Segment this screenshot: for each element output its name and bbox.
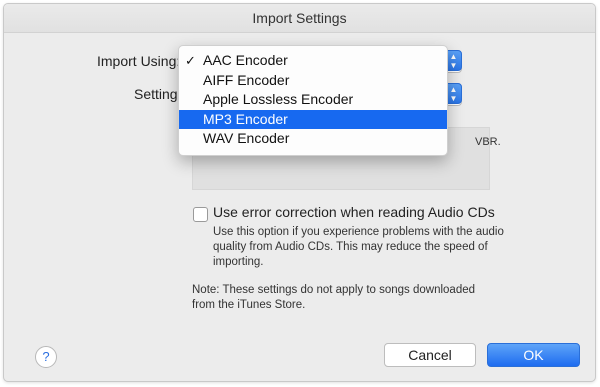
menu-item-aac-encoder[interactable]: ✓ AAC Encoder bbox=[179, 51, 447, 71]
import-settings-dialog: Import Settings Import Using: ▲ ▼ Setting… bbox=[3, 3, 596, 382]
setting-details-text: VBR. bbox=[475, 136, 501, 148]
checkmark-icon: ✓ bbox=[185, 53, 196, 68]
error-correction-checkbox[interactable] bbox=[193, 207, 208, 222]
menu-item-mp3-encoder[interactable]: MP3 Encoder bbox=[179, 109, 447, 129]
cancel-button[interactable]: Cancel bbox=[384, 343, 476, 367]
menu-item-apple-lossless-encoder[interactable]: Apple Lossless Encoder bbox=[179, 90, 447, 110]
import-using-label: Import Using: bbox=[97, 53, 181, 69]
ok-button[interactable]: OK bbox=[487, 343, 580, 367]
encoder-menu[interactable]: ✓ AAC Encoder AIFF Encoder Apple Lossles… bbox=[178, 45, 448, 156]
menu-item-label: AAC Encoder bbox=[203, 52, 288, 68]
itunes-store-note: Note: These settings do not apply to son… bbox=[192, 284, 476, 311]
menu-item-label: AIFF Encoder bbox=[203, 71, 290, 88]
help-button[interactable]: ? bbox=[35, 346, 57, 368]
error-correction-help-text: Use this option if you experience proble… bbox=[213, 226, 504, 268]
error-correction-label[interactable]: Use error correction when reading Audio … bbox=[213, 204, 495, 220]
menu-item-aiff-encoder[interactable]: AIFF Encoder bbox=[179, 71, 447, 91]
menu-item-label: MP3 Encoder bbox=[203, 110, 288, 127]
menu-item-label: Apple Lossless Encoder bbox=[203, 91, 354, 107]
window-title: Import Settings bbox=[4, 4, 595, 33]
setting-label: Setting: bbox=[134, 86, 182, 102]
menu-item-wav-encoder[interactable]: WAV Encoder bbox=[179, 129, 447, 149]
menu-item-label: WAV Encoder bbox=[203, 130, 290, 146]
